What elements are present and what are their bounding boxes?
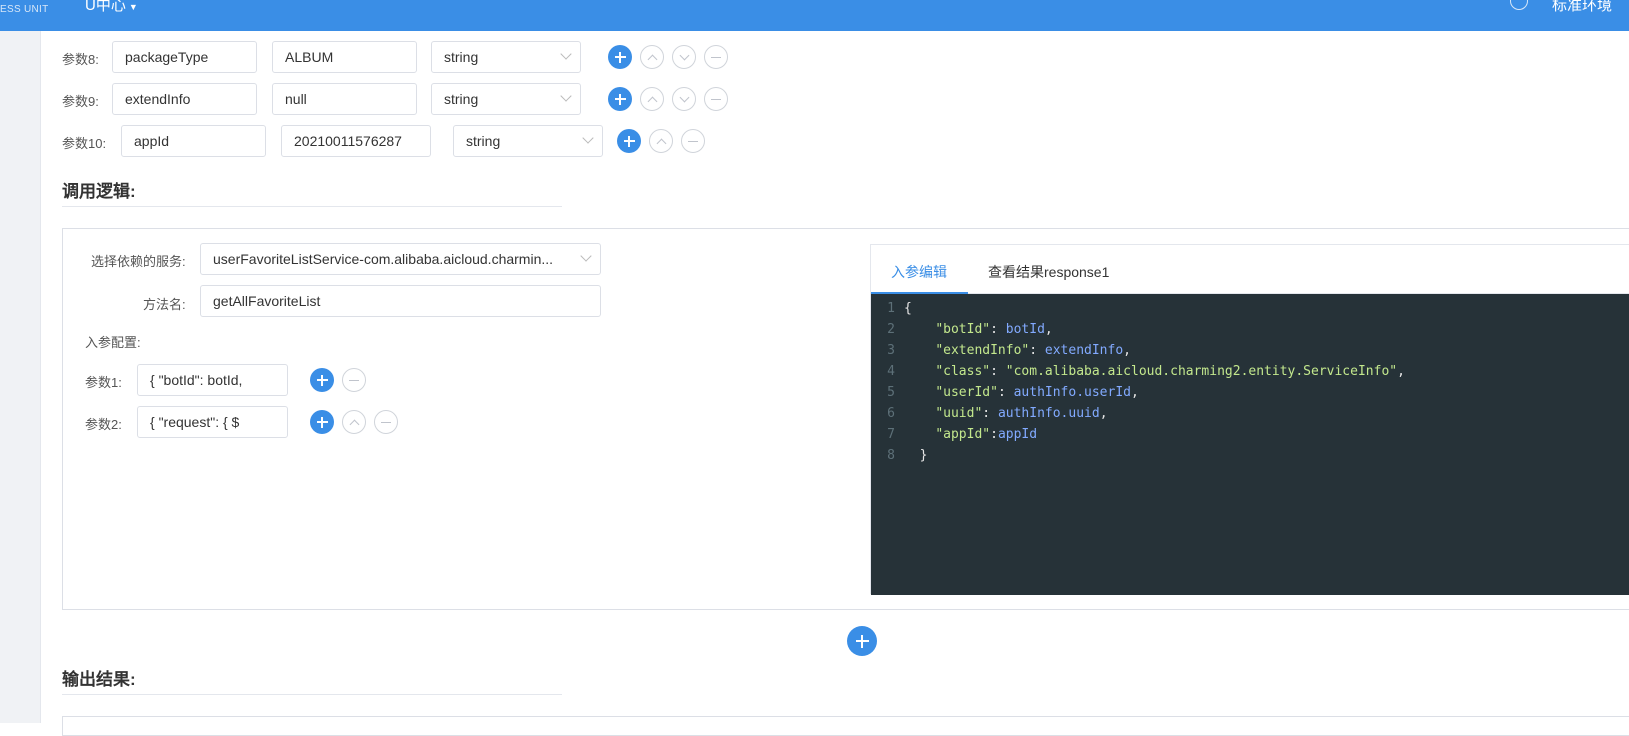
chevron-down-icon	[582, 132, 594, 144]
caret-down-icon: ▼	[128, 2, 138, 12]
code-editor[interactable]: 1 {2 "botId": botId, 3 "extendInfo": exten…	[871, 294, 1629, 595]
center-dropdown-label: U中心	[85, 0, 126, 14]
move-up-button[interactable]	[640, 87, 664, 111]
param-value-input[interactable]: ALBUM	[272, 41, 417, 73]
input-param-field[interactable]: { "request": { $	[137, 406, 288, 438]
chevron-down-icon	[560, 48, 572, 60]
brand-logo: ESS UNIT	[0, 4, 49, 15]
code-text: "appId":appId	[935, 427, 1038, 442]
param-label: 参数9:	[62, 94, 99, 109]
move-down-button[interactable]	[672, 45, 696, 69]
add-input-button[interactable]	[310, 368, 334, 392]
method-label: 方法名:	[143, 297, 186, 312]
remove-input-button[interactable]	[374, 410, 398, 434]
remove-param-button[interactable]	[704, 87, 728, 111]
info-icon[interactable]	[1510, 0, 1528, 10]
param-type-select[interactable]: string	[431, 83, 581, 115]
section-divider	[62, 694, 562, 695]
tab-view-response[interactable]: 查看结果response1	[988, 262, 1109, 282]
line-number: 6	[887, 406, 895, 421]
param-type-value: string	[444, 91, 479, 107]
line-number: 8	[887, 448, 895, 463]
chevron-down-icon	[580, 250, 592, 262]
service-label: 选择依赖的服务:	[91, 254, 186, 269]
add-param-button[interactable]	[617, 129, 641, 153]
line-number: 3	[887, 343, 895, 358]
output-section-title: 输出结果:	[62, 670, 136, 689]
param-type-value: string	[466, 133, 501, 149]
move-up-button[interactable]	[640, 45, 664, 69]
move-up-button[interactable]	[649, 129, 673, 153]
move-up-button[interactable]	[342, 410, 366, 434]
line-number: 1	[887, 301, 895, 316]
environment-selector[interactable]: 标准环境	[1552, 0, 1612, 15]
code-text: "class": "com.alibaba.aicloud.charming2.…	[935, 364, 1405, 379]
chevron-down-icon	[560, 90, 572, 102]
code-text: "extendInfo": extendInfo,	[935, 343, 1131, 358]
param-name-input[interactable]: packageType	[112, 41, 257, 73]
logic-section-title: 调用逻辑:	[62, 182, 136, 201]
input-param-label: 参数2:	[85, 417, 122, 432]
left-sidebar-strip	[0, 31, 41, 723]
param-value-input[interactable]: 20210011576287	[281, 125, 431, 157]
top-nav-bar: ESS UNIT U中心 ▼ 标准环境	[0, 0, 1629, 31]
line-number: 4	[887, 364, 895, 379]
param-type-select[interactable]: string	[453, 125, 603, 157]
input-config-label: 入参配置:	[85, 335, 141, 350]
input-param-label: 参数1:	[85, 375, 122, 390]
add-input-button[interactable]	[310, 410, 334, 434]
editor-tabs: 入参编辑 查看结果response1	[871, 245, 1629, 294]
code-text: "uuid": authInfo.uuid,	[935, 406, 1108, 421]
code-text: }	[904, 448, 928, 463]
code-editor-panel: 入参编辑 查看结果response1 1 {2 "botId": botId, 3 …	[870, 244, 1629, 595]
section-divider	[62, 206, 562, 207]
tab-input-edit[interactable]: 入参编辑	[891, 262, 947, 282]
param-name-input[interactable]: appId	[121, 125, 266, 157]
param-label: 参数8:	[62, 52, 99, 67]
line-number: 5	[887, 385, 895, 400]
remove-param-button[interactable]	[681, 129, 705, 153]
line-number: 2	[887, 322, 895, 337]
param-type-value: string	[444, 49, 479, 65]
output-panel	[62, 716, 1629, 736]
remove-param-button[interactable]	[704, 45, 728, 69]
param-type-select[interactable]: string	[431, 41, 581, 73]
move-down-button[interactable]	[672, 87, 696, 111]
param-label: 参数10:	[62, 136, 107, 151]
code-text: "botId": botId,	[935, 322, 1053, 337]
remove-input-button[interactable]	[342, 368, 366, 392]
add-step-button[interactable]	[847, 626, 877, 656]
add-param-button[interactable]	[608, 87, 632, 111]
service-select-value: userFavoriteListService-com.alibaba.aicl…	[213, 251, 554, 267]
service-select[interactable]: userFavoriteListService-com.alibaba.aicl…	[200, 243, 601, 275]
input-param-field[interactable]: { "botId": botId,	[137, 364, 288, 396]
add-param-button[interactable]	[608, 45, 632, 69]
center-dropdown[interactable]: U中心 ▼	[85, 0, 138, 15]
line-number: 7	[887, 427, 895, 442]
method-name-input[interactable]: getAllFavoriteList	[200, 285, 601, 317]
code-text: {	[904, 301, 912, 316]
param-value-input[interactable]: null	[272, 83, 417, 115]
param-name-input[interactable]: extendInfo	[112, 83, 257, 115]
code-text: "userId": authInfo.userId,	[935, 385, 1139, 400]
